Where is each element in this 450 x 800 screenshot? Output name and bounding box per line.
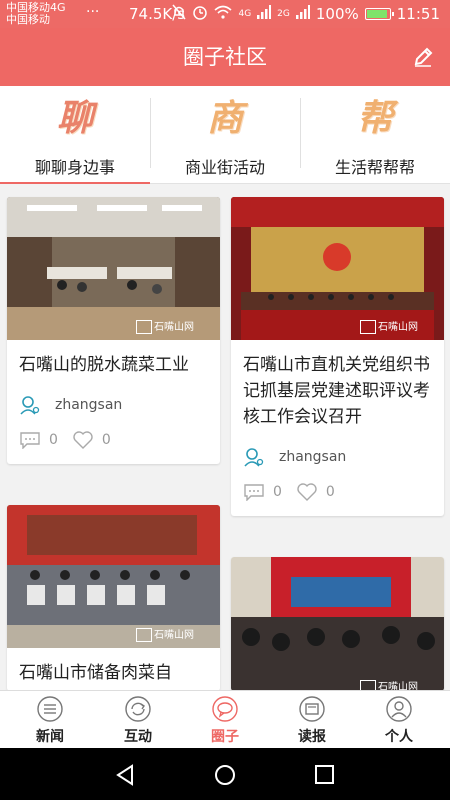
mute-icon <box>172 4 187 24</box>
watermark-logo: 石嘴山网 <box>136 626 216 644</box>
business-glyph-icon: 商 <box>206 97 243 139</box>
logo-icon <box>136 320 152 334</box>
chat-glyph-icon: 聊 <box>56 97 93 139</box>
system-nav-icons <box>116 764 334 786</box>
active-tab-indicator <box>0 182 150 184</box>
news-icon <box>37 696 63 722</box>
notification-dots: ··· <box>86 4 100 20</box>
post-title: 石嘴山市储备肉菜自 <box>19 663 172 683</box>
watermark-text: 石嘴山网 <box>154 630 194 641</box>
refresh-icon <box>125 696 151 722</box>
signal-icon <box>257 5 272 23</box>
carrier-info: 中国移动4G 中国移动 <box>6 2 66 26</box>
page-title: 圈子社区 <box>183 45 267 69</box>
back-icon[interactable] <box>116 764 133 786</box>
alarm-icon <box>192 4 208 24</box>
nav-profile[interactable]: 个人 <box>354 695 444 746</box>
post-image: 石嘴山网 <box>231 557 444 691</box>
status-bar: 中国移动4G 中国移动 ··· 74.5K/s 4G 2G 100% 11:51 <box>0 0 450 28</box>
nav-label: 圈子 <box>211 729 239 745</box>
post-image: 石嘴山网 <box>231 197 444 340</box>
category-label: 聊聊身边事 <box>34 158 115 177</box>
author-name: zhangsan <box>279 449 347 465</box>
category-help[interactable]: 帮 生活帮帮帮 <box>300 86 450 184</box>
watermark-text: 石嘴山网 <box>154 322 194 333</box>
post-card[interactable]: 石嘴山网 <box>231 557 444 691</box>
home-icon[interactable] <box>215 765 235 785</box>
battery-icon <box>364 8 394 20</box>
app-header: 圈子社区 <box>0 28 450 86</box>
post-image: 石嘴山网 <box>7 197 220 340</box>
watermark-text: 石嘴山网 <box>378 322 418 333</box>
comment-count: 0 <box>49 432 58 448</box>
category-label: 生活帮帮帮 <box>334 158 415 177</box>
category-tabs: 聊 聊聊身边事 商 商业街活动 帮 生活帮帮帮 <box>0 86 450 184</box>
person-icon <box>386 696 412 722</box>
comment-icon[interactable] <box>243 483 265 501</box>
logo-icon <box>136 628 152 642</box>
post-stats: 0 0 <box>243 482 432 502</box>
newspaper-icon <box>299 696 325 722</box>
watermark-logo: 石嘴山网 <box>136 318 216 336</box>
user-icon <box>20 396 40 415</box>
author-name: zhangsan <box>55 397 123 413</box>
nav-label: 读报 <box>298 729 326 745</box>
like-count: 0 <box>101 432 111 448</box>
user-icon <box>244 448 264 467</box>
nav-news[interactable]: 新闻 <box>5 695 95 746</box>
battery-percent: 100% <box>315 5 359 23</box>
nav-circle[interactable]: 圈子 <box>180 695 270 746</box>
post-title: 石嘴山市直机关党组织书记抓基层党建述职评议考核工作会议召开 <box>243 355 430 427</box>
nav-interact[interactable]: 互动 <box>93 695 183 746</box>
nav-label: 新闻 <box>36 729 64 745</box>
bottom-nav: 新闻 互动 圈子 读报 个人 <box>0 690 450 748</box>
post-card[interactable]: 石嘴山网 石嘴山市储备肉菜自 <box>7 505 220 691</box>
wifi-icon <box>214 5 232 23</box>
post-card[interactable]: 石嘴山网 石嘴山的脱水蔬菜工业 zhangsan 0 0 <box>7 197 220 464</box>
like-icon[interactable] <box>72 430 94 450</box>
status-icons: 4G 2G 100% 11:51 <box>172 4 440 24</box>
like-count: 0 <box>325 484 335 500</box>
like-icon[interactable] <box>296 482 318 502</box>
carrier-secondary: 中国移动 <box>6 13 50 26</box>
nav-label: 个人 <box>385 729 413 745</box>
signal-2g-label: 2G <box>277 9 290 19</box>
comment-count: 0 <box>273 484 282 500</box>
signal-4g-label: 4G <box>238 9 252 19</box>
nav-label: 互动 <box>124 729 152 745</box>
system-nav-bar <box>0 748 450 800</box>
category-business[interactable]: 商 商业街活动 <box>150 86 300 184</box>
category-label: 商业街活动 <box>184 158 265 177</box>
category-chat[interactable]: 聊 聊聊身边事 <box>0 86 150 184</box>
logo-icon <box>360 320 376 334</box>
post-image: 石嘴山网 <box>7 505 220 648</box>
comment-icon[interactable] <box>19 431 41 449</box>
signal-icon-2 <box>295 5 310 23</box>
post-card[interactable]: 石嘴山网 石嘴山市直机关党组织书记抓基层党建述职评议考核工作会议召开 zhang… <box>231 197 444 516</box>
chat-bubble-icon <box>212 696 238 722</box>
recents-icon[interactable] <box>315 765 334 784</box>
post-title: 石嘴山的脱水蔬菜工业 <box>19 355 189 375</box>
post-author: zhangsan <box>243 446 432 468</box>
pencil-icon[interactable] <box>412 46 434 68</box>
clock: 11:51 <box>396 5 440 23</box>
watermark-logo: 石嘴山网 <box>360 318 440 336</box>
nav-newspaper[interactable]: 读报 <box>267 695 357 746</box>
post-author: zhangsan <box>19 394 208 416</box>
help-glyph-icon: 帮 <box>356 97 393 139</box>
post-stats: 0 0 <box>19 430 208 450</box>
